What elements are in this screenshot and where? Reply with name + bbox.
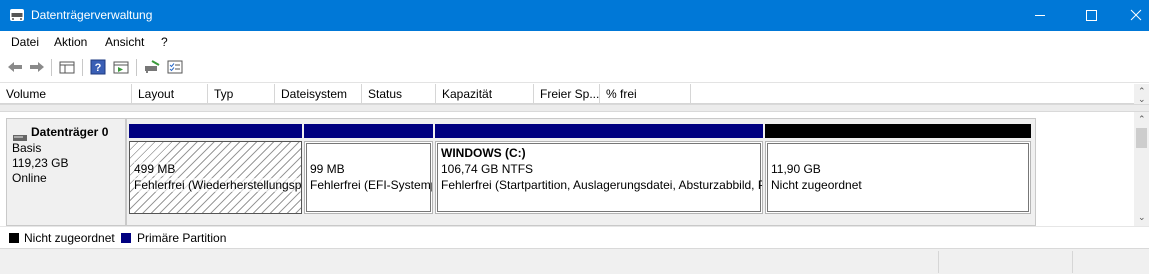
disk-management-app-icon	[9, 8, 25, 22]
disk-type: Basis	[12, 141, 42, 155]
back-arrow-icon[interactable]	[6, 59, 24, 75]
scroll-down-icon[interactable]: ⌄	[1138, 95, 1146, 104]
properties-icon[interactable]	[112, 59, 130, 75]
partition-body[interactable]: WINDOWS (C:) 106,74 GB NTFS Fehlerfrei (…	[435, 141, 763, 214]
partition-size: 106,74 GB NTFS	[441, 162, 534, 176]
partition-size: 11,90 GB	[771, 162, 821, 176]
legend-swatch-primary	[121, 233, 131, 243]
title-bar: Datenträgerverwaltung	[0, 0, 1149, 31]
forward-arrow-icon[interactable]	[28, 59, 46, 75]
partition-unallocated[interactable]: 11,90 GB Nicht zugeordnet	[765, 124, 1031, 214]
column-dateisystem[interactable]: Dateisystem	[275, 84, 362, 104]
minimize-button[interactable]	[1017, 0, 1063, 31]
status-pane	[1072, 251, 1149, 273]
partition-body[interactable]: 499 MB Fehlerfrei (Wiederherstellungspar…	[129, 141, 302, 214]
disk-graphical-view: Datenträger 0 Basis 119,23 GB Online 499…	[0, 112, 1134, 226]
column-typ[interactable]: Typ	[208, 84, 275, 104]
pane-splitter[interactable]	[0, 104, 1149, 112]
column-prozent-frei[interactable]: % frei	[600, 84, 691, 104]
partition-windows-c[interactable]: WINDOWS (C:) 106,74 GB NTFS Fehlerfrei (…	[435, 124, 763, 214]
scroll-up-icon[interactable]: ⌃	[1138, 115, 1146, 124]
volume-list-scrollbar[interactable]: ⌃ ⌄	[1134, 84, 1149, 104]
column-status[interactable]: Status	[362, 84, 436, 104]
partition-status: Nicht zugeordnet	[771, 178, 862, 192]
legend-label-primary: Primäre Partition	[137, 231, 227, 245]
disk-name: Datenträger 0	[31, 125, 109, 139]
legend-swatch-unallocated	[9, 233, 19, 243]
column-freier-speicher[interactable]: Freier Sp...	[534, 84, 600, 104]
menu-help[interactable]: ?	[161, 35, 168, 49]
help-icon[interactable]: ?	[89, 59, 107, 75]
maximize-button[interactable]	[1067, 0, 1113, 31]
disk-info-panel[interactable]: Datenträger 0 Basis 119,23 GB Online	[6, 118, 126, 226]
checklist-icon[interactable]	[166, 59, 184, 75]
partition-efi[interactable]: 99 MB Fehlerfrei (EFI-Systempartition)	[304, 124, 433, 214]
column-kapazitaet[interactable]: Kapazität	[436, 84, 534, 104]
close-button[interactable]	[1113, 0, 1149, 31]
partition-size: 499 MB	[134, 162, 176, 176]
partition-name: WINDOWS (C:)	[441, 146, 526, 160]
show-hide-console-tree-icon[interactable]	[58, 59, 76, 75]
partition-body[interactable]: 99 MB Fehlerfrei (EFI-Systempartition)	[304, 141, 433, 214]
menu-bar: Datei Aktion Ansicht ?	[0, 31, 1149, 53]
svg-text:?: ?	[95, 62, 102, 74]
window-title: Datenträgerverwaltung	[31, 8, 153, 22]
menu-aktion[interactable]: Aktion	[54, 35, 87, 49]
status-bar	[0, 248, 1149, 274]
partition-type-bar	[304, 124, 433, 138]
legend-label-unallocated: Nicht zugeordnet	[24, 231, 115, 245]
partition-type-bar	[435, 124, 763, 138]
toolbar-separator	[82, 59, 83, 76]
partition-type-bar	[765, 124, 1031, 138]
disk-size: 119,23 GB	[12, 156, 69, 170]
scroll-down-icon[interactable]: ⌄	[1138, 213, 1146, 222]
menu-ansicht[interactable]: Ansicht	[105, 35, 144, 49]
menu-datei[interactable]: Datei	[11, 35, 39, 49]
partition-size: 99 MB	[310, 162, 345, 176]
scrollbar-thumb[interactable]	[1136, 128, 1147, 148]
partition-status: Fehlerfrei (EFI-Systempartition)	[310, 178, 432, 192]
toolbar-separator	[51, 59, 52, 76]
partition-recovery[interactable]: 499 MB Fehlerfrei (Wiederherstellungspar…	[129, 124, 302, 214]
status-pane	[938, 251, 1072, 273]
column-layout[interactable]: Layout	[132, 84, 208, 104]
hard-disk-icon	[13, 130, 27, 141]
disk-view-scrollbar[interactable]: ⌃ ⌄	[1134, 112, 1149, 226]
toolbar-separator	[136, 59, 137, 76]
partition-status: Fehlerfrei (Startpartition, Auslagerungs…	[441, 178, 762, 192]
toolbar: ?	[0, 53, 1149, 83]
partition-strip: 499 MB Fehlerfrei (Wiederherstellungspar…	[126, 118, 1036, 226]
partition-body[interactable]: 11,90 GB Nicht zugeordnet	[765, 141, 1031, 214]
legend-bar: Nicht zugeordnet Primäre Partition	[0, 226, 1149, 248]
volume-list-header: Volume Layout Typ Dateisystem Status Kap…	[0, 84, 1134, 104]
partition-status: Fehlerfrei (Wiederherstellungspartition)	[134, 178, 301, 192]
connect-disk-icon[interactable]	[143, 59, 161, 75]
column-volume[interactable]: Volume	[0, 84, 132, 104]
disk-status: Online	[12, 171, 47, 185]
partition-type-bar	[129, 124, 302, 138]
